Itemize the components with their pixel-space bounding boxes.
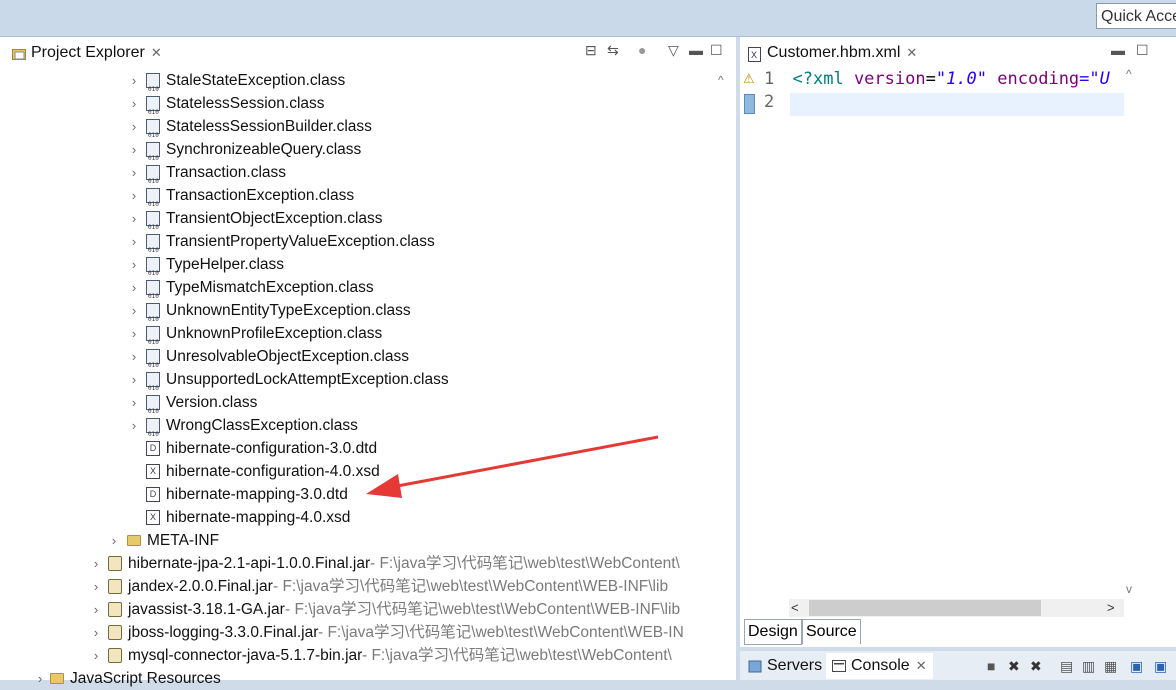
code-line-2: 2 (764, 91, 774, 114)
tab-console[interactable]: Console ✕ (826, 653, 933, 679)
close-icon[interactable]: ✕ (916, 658, 927, 674)
open-console-icon[interactable]: ▣ (1154, 659, 1167, 673)
workbench-toolbar: Quick Access (0, 0, 1176, 37)
xml-attr-name: version (853, 69, 926, 89)
remove-all-icon[interactable]: ✖ (1030, 659, 1042, 673)
scroll-left-icon[interactable]: < (791, 600, 799, 615)
tab-customer-hbm-xml[interactable]: X Customer.hbm.xml ✕ (742, 40, 924, 66)
scroll-down-icon[interactable]: v (1126, 582, 1132, 596)
annotation-arrow (366, 435, 659, 498)
scroll-up-icon[interactable]: ^ (1126, 67, 1132, 81)
xml-attr-value: "1.0" (935, 69, 988, 89)
line-number: 1 (764, 69, 775, 89)
console-panel: Servers Console ✕ ■ ✖ ✖ ▤ ▥ ▦ ▣ ▣ (740, 651, 1176, 680)
project-explorer-panel: Project Explorer ✕ ⊟ ⇆ ● ▽ ▬ ☐ ›StaleSta… (0, 37, 736, 687)
editor-vertical-scrollbar[interactable]: ^ v (1124, 67, 1176, 607)
xml-declaration: <?xml (792, 69, 844, 89)
tab-source[interactable]: Source (802, 619, 861, 644)
scroll-thumb[interactable] (809, 600, 1041, 616)
current-line-marker (744, 94, 755, 114)
clear-console-icon[interactable]: ▤ (1060, 659, 1073, 673)
horizontal-scrollbar[interactable]: < > (789, 599, 1124, 617)
code-line-1: 1 <?xml version="1.0" encoding="U (764, 69, 1110, 89)
maximize-icon[interactable]: ☐ (1136, 43, 1149, 57)
tab-label: Customer.hbm.xml (767, 44, 901, 61)
warning-icon: ⚠ (743, 71, 755, 86)
line-number: 2 (764, 92, 775, 112)
tab-label: Servers (767, 657, 823, 674)
servers-icon (748, 660, 762, 673)
word-wrap-icon[interactable]: ▦ (1104, 659, 1117, 673)
display-console-icon[interactable]: ▣ (1130, 659, 1143, 673)
current-line-highlight (790, 93, 1124, 116)
xml-attr-value: ="U (1079, 69, 1110, 89)
minimize-icon[interactable]: ▬ (1111, 43, 1125, 57)
quick-access-input[interactable]: Quick Access (1096, 3, 1176, 29)
xml-attr-name: encoding (997, 69, 1080, 89)
xml-editor[interactable]: ⚠ 1 <?xml version="1.0" encoding="U 2 ^ … (740, 67, 1176, 607)
close-icon[interactable]: ✕ (906, 45, 917, 61)
tab-design[interactable]: Design (744, 619, 802, 645)
editor-tabbar: X Customer.hbm.xml ✕ ▬ ☐ (740, 37, 1176, 67)
xml-file-icon: X (748, 46, 762, 62)
tab-label: Console (851, 657, 910, 674)
terminate-icon[interactable]: ■ (987, 659, 995, 673)
scroll-lock-icon[interactable]: ▥ (1082, 659, 1095, 673)
editor-panel: X Customer.hbm.xml ✕ ▬ ☐ ⚠ 1 <?xml versi… (740, 37, 1176, 647)
remove-launch-icon[interactable]: ✖ (1008, 659, 1020, 673)
tab-servers[interactable]: Servers (742, 653, 828, 679)
svg-text:X: X (751, 50, 757, 60)
console-icon (832, 659, 846, 673)
scroll-right-icon[interactable]: > (1107, 600, 1115, 615)
